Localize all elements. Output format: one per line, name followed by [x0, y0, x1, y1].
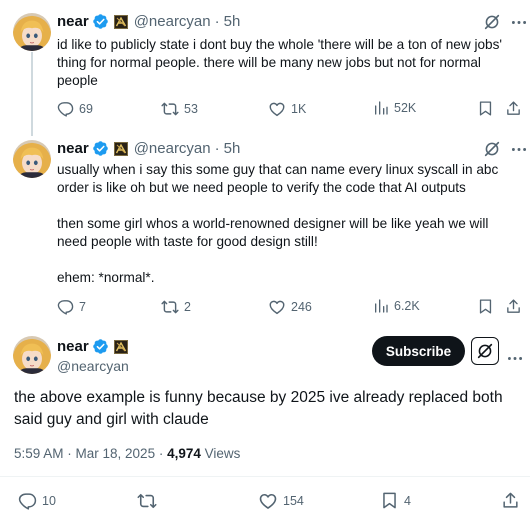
main-actions: 10 154 4	[18, 491, 523, 511]
reply-button[interactable]: 69	[57, 100, 93, 117]
more-icon[interactable]	[511, 20, 527, 25]
repost-icon	[161, 100, 179, 118]
repost-button[interactable]: 2	[161, 298, 191, 316]
tweet-actions: 7 2 246 6.2K	[57, 298, 527, 318]
author-name[interactable]: near	[57, 338, 89, 355]
bookmark-icon	[477, 100, 494, 117]
repost-count: 53	[184, 102, 198, 116]
verified-badge-icon[interactable]	[92, 140, 109, 157]
reply-button[interactable]: 7	[57, 298, 86, 315]
bookmark-button[interactable]: 4	[380, 491, 411, 510]
reply-icon	[57, 298, 74, 315]
author-handle[interactable]: @nearcyan	[134, 140, 211, 157]
reply-icon	[57, 100, 74, 117]
divider	[0, 476, 530, 477]
views-icon	[373, 298, 389, 314]
author-name[interactable]: near	[57, 140, 89, 157]
author-handle[interactable]: @nearcyan	[134, 13, 211, 30]
tweet-actions: 69 53 1K 52K	[57, 100, 527, 120]
bookmark-icon	[477, 298, 494, 315]
like-icon	[258, 491, 278, 511]
tweet-meta: 5:59 AM · Mar 18, 2025 · 4,974 Views	[14, 446, 240, 461]
main-tweet-text: the above example is funny because by 20…	[14, 389, 503, 428]
repost-icon	[161, 298, 179, 316]
reply-icon	[18, 491, 37, 510]
tweet-header: near @nearcyan · 5h	[57, 140, 240, 157]
more-icon[interactable]	[511, 147, 527, 152]
verified-badge-icon[interactable]	[92, 338, 109, 355]
reply-count: 10	[42, 493, 56, 508]
like-button[interactable]: 154	[258, 491, 304, 511]
grok-icon	[476, 342, 494, 360]
like-button[interactable]: 1K	[268, 100, 306, 118]
tweet-1[interactable]: near @nearcyan · 5h id like to publicly …	[0, 0, 530, 136]
repost-count: 2	[184, 300, 191, 314]
reply-count: 69	[79, 101, 93, 116]
tweet-header: near @nearcyan · 5h	[57, 13, 240, 30]
repost-button[interactable]	[137, 491, 162, 511]
bookmark-button[interactable]	[477, 100, 494, 117]
subscribe-button[interactable]: Subscribe	[372, 336, 465, 366]
main-tweet: near @nearcyan Subscribe the above examp…	[0, 326, 530, 519]
tweet-top-actions	[483, 13, 527, 31]
reply-button[interactable]: 10	[18, 491, 56, 510]
repost-icon	[137, 491, 157, 511]
avatar[interactable]	[13, 13, 51, 51]
like-icon	[268, 298, 286, 316]
share-icon	[505, 100, 522, 117]
thread-line	[31, 52, 33, 136]
bookmark-icon	[380, 491, 399, 510]
share-button[interactable]	[505, 100, 522, 117]
share-button[interactable]	[505, 298, 522, 315]
like-count: 154	[283, 494, 304, 508]
share-icon	[501, 491, 520, 510]
share-icon	[505, 298, 522, 315]
affiliate-badge-icon[interactable]	[114, 15, 128, 29]
tweet-top-actions	[483, 140, 527, 158]
timestamp[interactable]: 5:59 AM · Mar 18, 2025 ·	[14, 446, 167, 461]
views-count: 52K	[394, 101, 417, 115]
tweet-text: id like to publicly state i dont buy the…	[57, 37, 502, 88]
views-count: 6.2K	[394, 299, 420, 313]
repost-button[interactable]: 53	[161, 100, 198, 118]
like-count: 246	[291, 300, 312, 314]
views-button[interactable]: 6.2K	[373, 298, 420, 314]
share-button[interactable]	[501, 491, 520, 510]
like-button[interactable]: 246	[268, 298, 312, 316]
affiliate-badge-icon[interactable]	[114, 142, 128, 156]
verified-badge-icon[interactable]	[92, 13, 109, 30]
tweet-2[interactable]: near @nearcyan · 5h usually when i say t…	[0, 128, 530, 326]
author-name[interactable]: near	[57, 13, 89, 30]
views-button[interactable]: 52K	[373, 100, 416, 116]
avatar[interactable]	[13, 140, 51, 178]
more-icon[interactable]	[507, 348, 523, 366]
bookmark-button[interactable]	[477, 298, 494, 315]
separator: ·	[214, 13, 220, 30]
reply-count: 7	[79, 299, 86, 314]
grok-button[interactable]	[471, 337, 499, 365]
tweet-time[interactable]: 5h	[224, 140, 241, 157]
like-icon	[268, 100, 286, 118]
views-icon	[373, 100, 389, 116]
separator: ·	[214, 140, 220, 157]
views-label: Views	[200, 446, 241, 461]
avatar[interactable]	[13, 336, 51, 374]
tweet-text: usually when i say this some guy that ca…	[57, 162, 499, 285]
tweet-time[interactable]: 5h	[224, 13, 241, 30]
like-count: 1K	[291, 102, 307, 116]
author-handle[interactable]: @nearcyan	[57, 358, 129, 374]
grok-icon[interactable]	[483, 140, 501, 158]
views-count: 4,974	[167, 446, 201, 461]
main-author-row: near	[57, 338, 128, 355]
grok-icon[interactable]	[483, 13, 501, 31]
bookmark-count: 4	[404, 493, 411, 508]
affiliate-badge-icon[interactable]	[114, 340, 128, 354]
